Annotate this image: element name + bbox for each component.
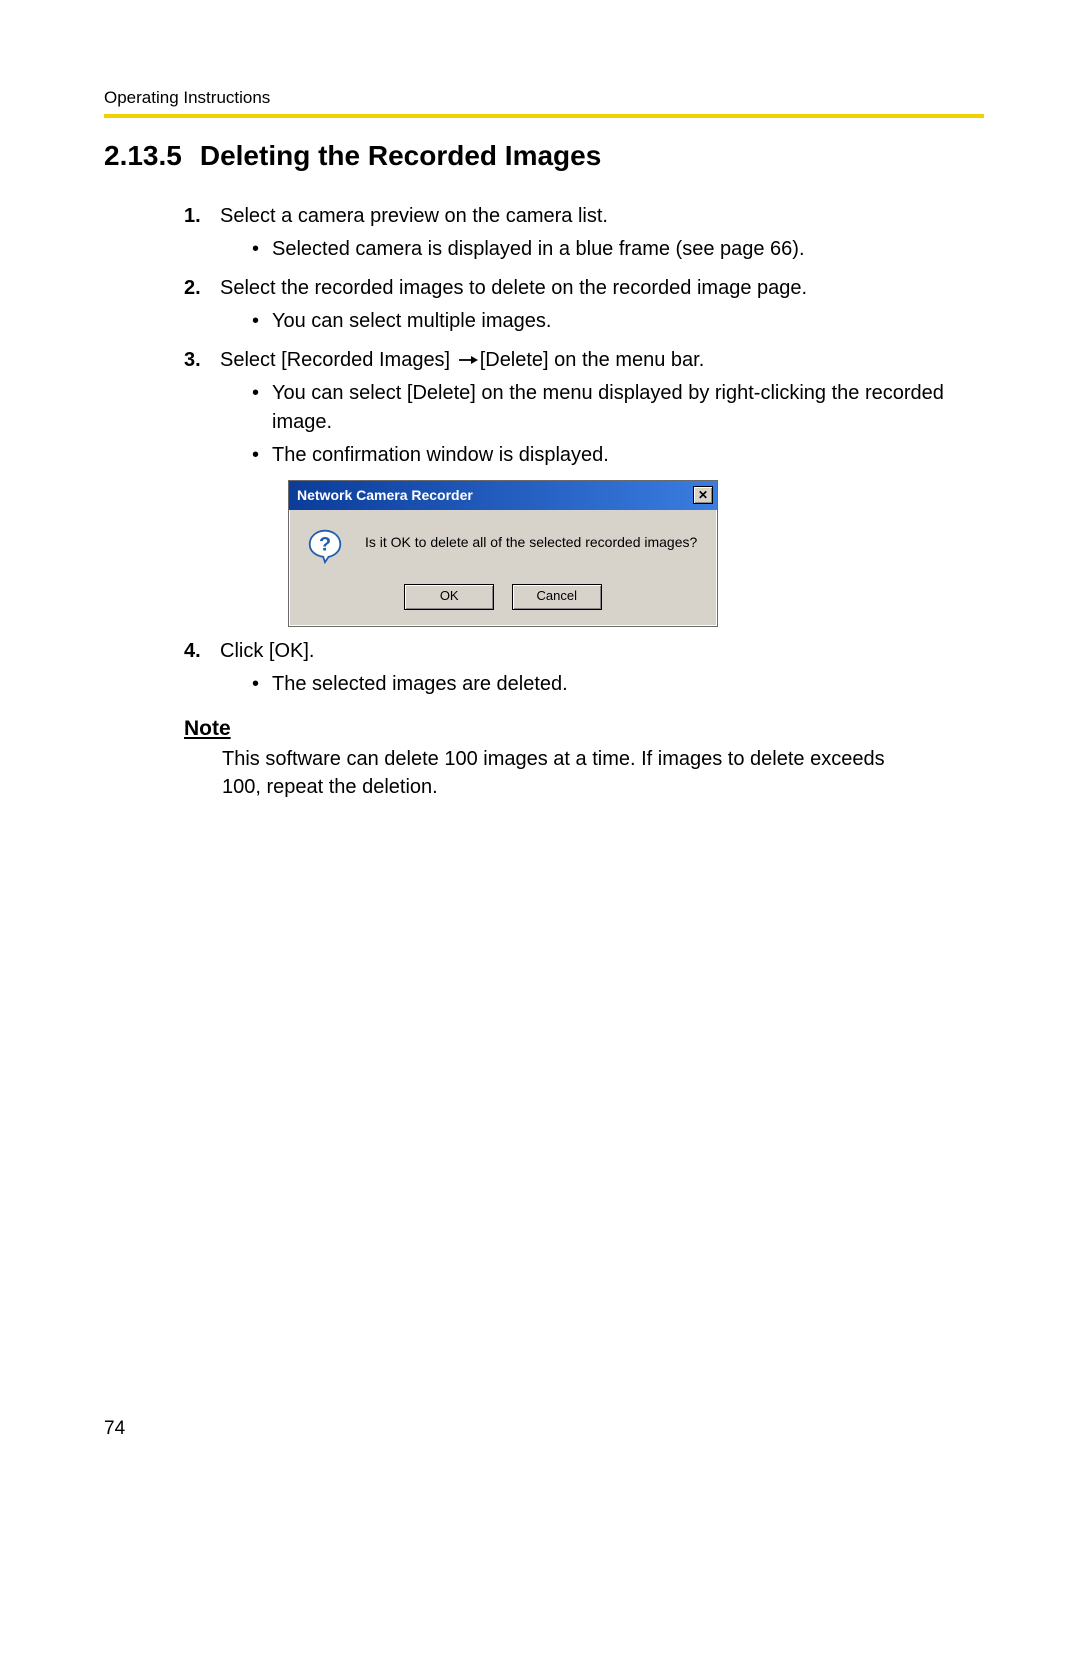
- step-number: 3.: [184, 346, 201, 375]
- dialog-title: Network Camera Recorder: [297, 485, 473, 505]
- step-sub-item: You can select multiple images.: [252, 307, 984, 336]
- dialog-screenshot: Network Camera Recorder ✕ ? Is it OK to …: [288, 480, 718, 626]
- step-item: 4. Click [OK]. The selected images are d…: [184, 637, 984, 699]
- step-sub-item: The confirmation window is displayed.: [252, 441, 984, 470]
- step-item: 3. Select [Recorded Images] [Delete] on …: [184, 346, 984, 627]
- step-sublist: You can select multiple images.: [220, 307, 984, 336]
- ok-button[interactable]: OK: [404, 584, 494, 610]
- question-icon: ?: [307, 528, 343, 564]
- section-heading: 2.13.5 Deleting the Recorded Images: [104, 140, 984, 172]
- dialog-titlebar: Network Camera Recorder ✕: [289, 481, 717, 509]
- step-text: Select the recorded images to delete on …: [220, 277, 807, 299]
- close-icon[interactable]: ✕: [693, 486, 713, 504]
- step-sub-item: The selected images are deleted.: [252, 670, 984, 699]
- dialog-button-row: OK Cancel: [289, 574, 717, 626]
- confirmation-dialog: Network Camera Recorder ✕ ? Is it OK to …: [288, 480, 718, 626]
- step-text: Select [Recorded Images] [Delete] on the…: [220, 349, 704, 371]
- step-sublist: You can select [Delete] on the menu disp…: [220, 379, 984, 470]
- svg-text:?: ?: [319, 533, 331, 555]
- step-item: 2. Select the recorded images to delete …: [184, 274, 984, 336]
- close-glyph: ✕: [698, 489, 708, 501]
- step-sub-item: Selected camera is displayed in a blue f…: [252, 235, 984, 264]
- step-sub-item: You can select [Delete] on the menu disp…: [252, 379, 984, 437]
- section-number: 2.13.5: [104, 140, 182, 172]
- dialog-body: ? Is it OK to delete all of the selected…: [289, 510, 717, 574]
- section-title-text: Deleting the Recorded Images: [200, 140, 601, 171]
- note-body: This software can delete 100 images at a…: [222, 745, 924, 801]
- document-page: Operating Instructions 2.13.5 Deleting th…: [0, 0, 1080, 1500]
- step-text-pre: Select [Recorded Images]: [220, 349, 450, 371]
- step-list: 1. Select a camera preview on the camera…: [184, 202, 984, 699]
- step-item: 1. Select a camera preview on the camera…: [184, 202, 984, 264]
- step-text: Click [OK].: [220, 640, 314, 662]
- running-header: Operating Instructions: [104, 88, 984, 108]
- step-sublist: Selected camera is displayed in a blue f…: [220, 235, 984, 264]
- step-text-post: [Delete] on the menu bar.: [480, 349, 705, 371]
- dialog-message: Is it OK to delete all of the selected r…: [365, 528, 697, 552]
- step-number: 4.: [184, 637, 201, 666]
- cancel-button[interactable]: Cancel: [512, 584, 602, 610]
- step-number: 1.: [184, 202, 201, 231]
- step-text: Select a camera preview on the camera li…: [220, 205, 608, 227]
- step-sublist: The selected images are deleted.: [220, 670, 984, 699]
- step-number: 2.: [184, 274, 201, 303]
- arrow-icon: [458, 346, 478, 375]
- note-label: Note: [184, 717, 984, 741]
- header-rule: [104, 114, 984, 118]
- page-number: 74: [104, 1418, 125, 1440]
